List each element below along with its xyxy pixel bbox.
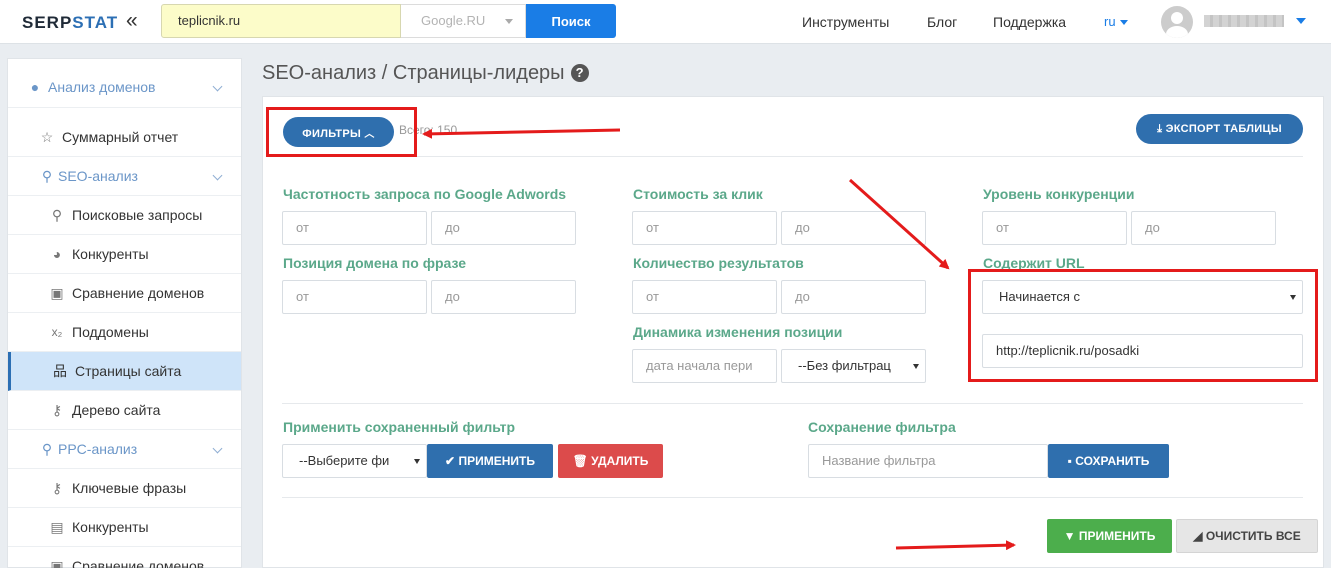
annotation-arrows bbox=[422, 128, 1016, 551]
arrow-to-apply bbox=[895, 540, 1016, 551]
arrow-to-filters bbox=[422, 128, 621, 139]
arrow-to-url bbox=[848, 178, 950, 270]
